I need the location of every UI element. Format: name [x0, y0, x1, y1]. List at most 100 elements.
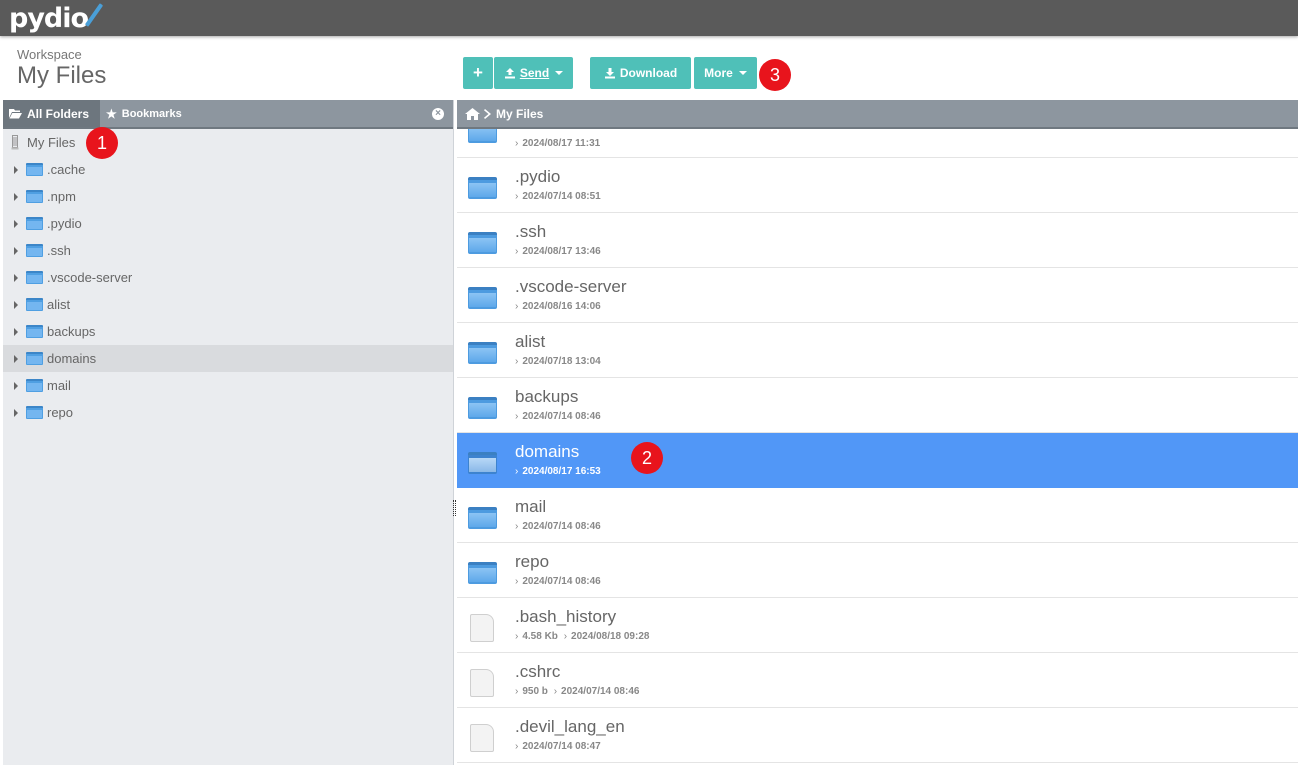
file-name: mail — [515, 497, 547, 516]
folder-tree-panel: All Folders ★ Bookmarks × My Files 1 .ca… — [3, 100, 454, 765]
pydio-logo[interactable]: pydio — [9, 0, 104, 36]
file-row[interactable]: .vscode-server › 2024/08/16 14:06 — [457, 268, 1298, 323]
folder-icon — [26, 352, 43, 365]
tree-item-mail[interactable]: mail — [3, 372, 453, 399]
chevron-down-icon — [555, 71, 564, 75]
send-button[interactable]: Send — [494, 57, 573, 89]
file-name: .bash_history — [515, 607, 617, 626]
file-row[interactable]: repo › 2024/07/14 08:46 — [457, 543, 1298, 598]
top-bar: pydio — [0, 0, 1298, 36]
tab-all-folders[interactable]: All Folders — [3, 100, 100, 127]
file-name: .pydio — [515, 167, 561, 186]
file-row[interactable]: alist › 2024/07/18 13:04 — [457, 323, 1298, 378]
file-meta: › 2024/07/14 08:47 — [515, 741, 601, 752]
expand-arrow-icon[interactable] — [14, 327, 18, 336]
file-row[interactable]: .devil_lang_en › 2024/07/14 08:47 — [457, 708, 1298, 763]
file-row[interactable]: .ssh › 2024/08/17 13:46 — [457, 213, 1298, 268]
file-meta: › 2024/08/17 11:31 — [515, 138, 601, 149]
file-name: repo — [515, 552, 550, 571]
tree-item-npm[interactable]: .npm — [3, 183, 453, 210]
file-meta: › 2024/07/14 08:46 — [515, 576, 601, 587]
folder-icon — [26, 325, 43, 338]
tree-item-backups[interactable]: backups — [3, 318, 453, 345]
folder-open-icon — [9, 109, 22, 119]
tree-item-label: .vscode-server — [47, 270, 133, 285]
usb-drive-icon — [11, 135, 19, 150]
file-row[interactable]: .pydio › 2024/07/14 08:51 — [457, 158, 1298, 213]
workspace-label: Workspace — [17, 47, 82, 62]
file-name: backups — [515, 387, 579, 406]
expand-arrow-icon[interactable] — [14, 354, 18, 363]
tab-bookmarks-label: Bookmarks — [121, 107, 182, 120]
file-meta: › 2024/08/17 13:46 — [515, 246, 601, 257]
file-meta: › 4.58 Kb › 2024/08/18 09:28 — [515, 631, 650, 642]
tab-bookmarks[interactable]: ★ Bookmarks — [100, 100, 188, 127]
logo-text: pydio — [9, 2, 89, 34]
home-icon[interactable] — [465, 107, 480, 120]
folder-icon — [26, 244, 43, 257]
folder-tree-header: All Folders ★ Bookmarks × — [3, 100, 453, 129]
download-button[interactable]: Download — [590, 57, 691, 89]
chevron-right-icon — [484, 108, 491, 119]
expand-arrow-icon[interactable] — [14, 381, 18, 390]
tree-item-pydio[interactable]: .pydio — [3, 210, 453, 237]
tree-item-label: mail — [47, 378, 71, 393]
tree-item-vscode-server[interactable]: .vscode-server — [3, 264, 453, 291]
file-name: .cshrc — [515, 662, 561, 681]
file-list-panel: My Files › 2024/08/17 11:31 .pydio › 2024/… — [457, 100, 1298, 765]
file-row[interactable]: mail › 2024/07/14 08:46 — [457, 488, 1298, 543]
tree-item-label: domains — [47, 351, 97, 366]
breadcrumb: My Files — [457, 100, 1298, 129]
breadcrumb-current[interactable]: My Files — [496, 107, 543, 121]
tree-root-my-files[interactable]: My Files — [11, 135, 75, 150]
close-icon[interactable]: × — [432, 108, 444, 120]
upload-icon — [504, 68, 515, 79]
page-title: My Files — [17, 62, 107, 89]
file-name: .devil_lang_en — [515, 717, 625, 736]
expand-arrow-icon[interactable] — [14, 273, 18, 282]
folder-icon — [26, 271, 43, 284]
file-row[interactable]: .bash_history › 4.58 Kb › 2024/08/18 09:28 — [457, 598, 1298, 653]
folder-icon — [468, 397, 497, 419]
file-meta: › 950 b › 2024/07/14 08:46 — [515, 686, 640, 697]
expand-arrow-icon[interactable] — [14, 165, 18, 174]
folder-icon — [468, 287, 497, 309]
file-meta: › 2024/07/14 08:46 — [515, 521, 601, 532]
folder-icon — [468, 342, 497, 364]
expand-arrow-icon[interactable] — [14, 219, 18, 228]
folder-icon — [468, 232, 497, 254]
file-meta: › 2024/07/14 08:46 — [515, 411, 601, 422]
file-icon — [470, 724, 494, 752]
new-button[interactable]: + — [463, 57, 493, 89]
expand-arrow-icon[interactable] — [14, 300, 18, 309]
file-name: alist — [515, 332, 546, 351]
send-label: Send — [519, 66, 550, 80]
expand-arrow-icon[interactable] — [14, 408, 18, 417]
more-button[interactable]: More — [694, 57, 757, 89]
file-row[interactable]: .cshrc › 950 b › 2024/07/14 08:46 — [457, 653, 1298, 708]
folder-icon — [26, 379, 43, 392]
tree-item-domains[interactable]: domains — [3, 345, 453, 372]
folder-icon — [468, 129, 497, 143]
expand-arrow-icon[interactable] — [14, 192, 18, 201]
file-meta: › 2024/08/17 16:53 — [515, 466, 601, 477]
annotation-badge-1: 1 — [86, 127, 118, 159]
tree-item-alist[interactable]: alist — [3, 291, 453, 318]
tree-item-label: backups — [47, 324, 96, 339]
tree-item-ssh[interactable]: .ssh — [3, 237, 453, 264]
expand-arrow-icon[interactable] — [14, 246, 18, 255]
panel-splitter[interactable] — [453, 500, 456, 516]
download-label: Download — [619, 66, 678, 80]
plus-icon: + — [473, 63, 483, 82]
file-name: .ssh — [515, 222, 547, 241]
file-row[interactable]: › 2024/08/17 11:31 — [457, 129, 1298, 158]
file-row[interactable]: backups › 2024/07/14 08:46 — [457, 378, 1298, 433]
file-row-selected[interactable]: domains › 2024/08/17 16:53 2 — [457, 433, 1298, 488]
annotation-badge-2: 2 — [631, 442, 663, 474]
folder-icon — [26, 298, 43, 311]
download-icon — [604, 68, 615, 79]
tree-item-cache[interactable]: .cache — [3, 156, 453, 183]
file-icon — [470, 614, 494, 642]
file-name: domains — [515, 442, 580, 461]
tree-item-repo[interactable]: repo — [3, 399, 453, 426]
